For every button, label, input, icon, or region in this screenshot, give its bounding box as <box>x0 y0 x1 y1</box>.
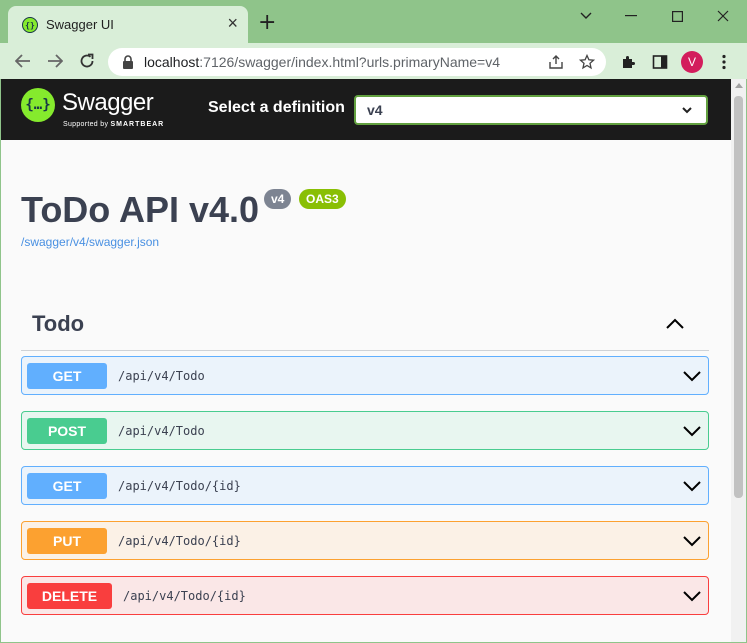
lock-icon[interactable] <box>121 55 135 69</box>
scrollbar-thumb[interactable] <box>734 96 743 498</box>
swagger-favicon-icon: {} <box>22 17 38 33</box>
side-panel-icon[interactable] <box>650 52 670 72</box>
definition-select-value: v4 <box>367 102 383 118</box>
scroll-up-arrow-icon[interactable] <box>735 83 743 88</box>
operation-put-todo-by-id[interactable]: PUT /api/v4/Todo/{id} <box>21 521 709 560</box>
new-tab-icon[interactable]: + <box>258 12 276 34</box>
forward-icon[interactable] <box>43 49 67 73</box>
spec-json-link[interactable]: /swagger/v4/swagger.json <box>21 235 159 249</box>
page-viewport: {…} Swagger Supported by SMARTBEAR Selec… <box>1 79 746 642</box>
method-badge: POST <box>27 418 107 444</box>
operation-path: /api/v4/Todo/{id} <box>123 589 246 603</box>
chevron-down-icon <box>682 107 692 114</box>
definition-select-label: Select a definition <box>208 99 345 116</box>
method-badge: PUT <box>27 528 107 554</box>
chevron-down-icon[interactable] <box>682 370 702 382</box>
api-title: ToDo API v4.0 <box>21 189 260 230</box>
minimize-icon[interactable] <box>617 4 645 28</box>
method-badge: GET <box>27 473 107 499</box>
browser-titlebar: {} Swagger UI × + <box>0 0 747 43</box>
vertical-scrollbar[interactable] <box>731 79 746 642</box>
close-tab-icon[interactable]: × <box>227 14 238 32</box>
swagger-topbar: {…} Swagger Supported by SMARTBEAR Selec… <box>1 79 731 140</box>
url-text[interactable]: localhost:7126/swagger/index.html?urls.p… <box>144 54 500 70</box>
share-icon[interactable] <box>547 53 565 71</box>
back-icon[interactable] <box>11 49 35 73</box>
browser-tab[interactable]: {} Swagger UI × <box>8 6 248 43</box>
definition-select[interactable]: v4 <box>354 95 708 125</box>
profile-avatar[interactable]: V <box>681 51 703 73</box>
swagger-brand-sub: Supported by SMARTBEAR <box>63 121 165 128</box>
operation-path: /api/v4/Todo/{id} <box>118 534 241 548</box>
maximize-icon[interactable] <box>663 4 691 28</box>
tab-search-icon[interactable] <box>572 4 600 28</box>
method-badge: DELETE <box>27 583 112 609</box>
chevron-down-icon[interactable] <box>682 480 702 492</box>
operation-get-todo-by-id[interactable]: GET /api/v4/Todo/{id} <box>21 466 709 505</box>
operation-post-todo[interactable]: POST /api/v4/Todo <box>21 411 709 450</box>
bookmark-star-icon[interactable] <box>578 53 596 71</box>
operation-path: /api/v4/Todo/{id} <box>118 479 241 493</box>
extensions-icon[interactable] <box>618 52 638 72</box>
tab-title: Swagger UI <box>46 17 114 32</box>
operation-path: /api/v4/Todo <box>118 369 205 383</box>
operation-get-todo[interactable]: GET /api/v4/Todo <box>21 356 709 395</box>
method-badge: GET <box>27 363 107 389</box>
operation-path: /api/v4/Todo <box>118 424 205 438</box>
tag-title: Todo <box>32 311 85 336</box>
chevron-down-icon[interactable] <box>682 425 702 437</box>
chevron-down-icon[interactable] <box>682 535 702 547</box>
chevron-down-icon[interactable] <box>682 590 702 602</box>
close-window-icon[interactable] <box>709 4 737 28</box>
address-bar[interactable]: localhost:7126/swagger/index.html?urls.p… <box>108 48 606 76</box>
version-badge: v4 <box>264 189 292 209</box>
browser-toolbar: localhost:7126/swagger/index.html?urls.p… <box>0 43 747 79</box>
swagger-brand[interactable]: Swagger <box>62 89 154 117</box>
operation-delete-todo-by-id[interactable]: DELETE /api/v4/Todo/{id} <box>21 576 709 615</box>
reload-icon[interactable] <box>75 49 99 73</box>
swagger-logo-icon[interactable]: {…} <box>21 88 55 122</box>
chevron-up-icon[interactable] <box>665 317 685 331</box>
tag-section-header[interactable]: Todo <box>21 305 709 351</box>
oas-badge: OAS3 <box>299 189 346 209</box>
menu-kebab-icon[interactable] <box>714 52 734 72</box>
